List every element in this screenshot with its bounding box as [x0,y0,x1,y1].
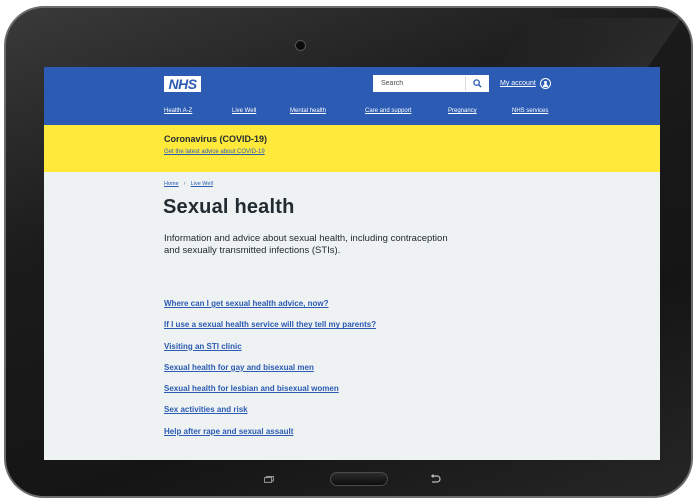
nav-item-pregnancy[interactable]: Pregnancy [448,108,477,114]
nav-item-mental-health[interactable]: Mental health [290,108,326,114]
topic-link-tell-parents[interactable]: If I use a sexual health service will th… [164,320,376,329]
nav-item-health-a-z[interactable]: Health A-Z [164,108,192,114]
search-button[interactable] [465,76,488,91]
topic-link-sex-activities-risk[interactable]: Sex activities and risk [164,405,248,414]
list-item: Help after rape and sexual assault [164,421,376,442]
search-box [373,75,489,92]
search-input[interactable] [374,76,463,91]
user-icon [539,78,551,89]
nav-item-care-and-support[interactable]: Care and support [365,108,411,114]
breadcrumb: Home › Live Well [164,181,213,187]
camera-icon [295,40,306,51]
topic-link-sti-clinic[interactable]: Visiting an STI clinic [164,342,242,351]
list-item: Visiting an STI clinic [164,336,376,357]
topic-links-list: Where can I get sexual health advice, no… [164,293,376,442]
topic-link-advice-now[interactable]: Where can I get sexual health advice, no… [164,299,329,308]
list-item: Where can I get sexual health advice, no… [164,293,376,314]
list-item: If I use a sexual health service will th… [164,314,376,335]
banner-link[interactable]: Get the latest advice about COVID-19 [164,149,265,155]
main-nav: Health A-Z Live Well Mental health Care … [44,104,660,122]
page-title: Sexual health [163,196,295,218]
home-button[interactable] [330,472,388,486]
tablet-frame: NHS My account Health A-Z Live Well Ment… [4,6,693,498]
search-icon [472,79,482,88]
back-icon[interactable] [429,474,441,484]
site-header: NHS My account Health A-Z Live Well Ment… [44,67,660,125]
topic-link-lesbian-bisexual-women[interactable]: Sexual health for lesbian and bisexual w… [164,384,339,393]
nav-item-live-well[interactable]: Live Well [232,108,256,114]
topic-link-rape-assault-help[interactable]: Help after rape and sexual assault [164,427,293,436]
recent-apps-icon[interactable] [264,476,274,483]
nav-item-nhs-services[interactable]: NHS services [512,108,548,114]
breadcrumb-home[interactable]: Home [164,181,179,187]
my-account-link[interactable]: My account [500,78,551,89]
nhs-logo[interactable]: NHS [164,76,201,92]
list-item: Sexual health for lesbian and bisexual w… [164,378,376,399]
list-item: Sex activities and risk [164,399,376,420]
page-lead-text: Information and advice about sexual heal… [164,233,448,256]
covid-banner: Coronavirus (COVID-19) Get the latest ad… [44,125,660,172]
topic-link-gay-bisexual-men[interactable]: Sexual health for gay and bisexual men [164,363,314,372]
list-item: Sexual health for gay and bisexual men [164,357,376,378]
my-account-label: My account [500,80,536,87]
banner-title: Coronavirus (COVID-19) [164,134,268,144]
tablet-screen: NHS My account Health A-Z Live Well Ment… [44,67,660,460]
chevron-right-icon: › [183,181,186,187]
breadcrumb-live-well[interactable]: Live Well [191,181,213,187]
